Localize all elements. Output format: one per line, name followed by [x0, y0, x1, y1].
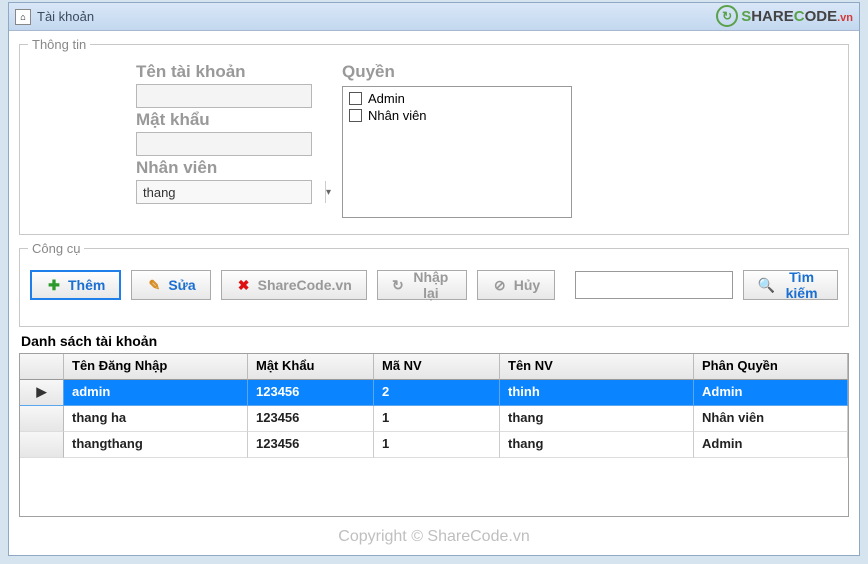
table-row[interactable]: thang ha1234561thangNhân viên	[20, 406, 848, 432]
titlebar: ⌂ Tài khoản ↻ SHARECODE.vn	[9, 3, 859, 31]
perm-item-staff[interactable]: Nhân viên	[349, 108, 565, 123]
app-icon: ⌂	[15, 9, 31, 25]
edit-label: Sửa	[168, 277, 195, 293]
refresh-icon: ↻	[392, 277, 404, 294]
cell[interactable]: 2	[374, 380, 500, 406]
header-role[interactable]: Phân Quyền	[694, 354, 848, 380]
pencil-icon: ✎	[146, 277, 162, 294]
grid-empty-area	[20, 458, 848, 516]
list-title: Danh sách tài khoản	[21, 333, 849, 349]
left-fields: Tên tài khoản Mật khẩu Nhân viên ▾	[136, 60, 312, 218]
add-button[interactable]: ✚ Thêm	[30, 270, 121, 300]
header-password[interactable]: Mật Khẩu	[248, 354, 374, 380]
checkbox-icon[interactable]	[349, 92, 362, 105]
cell[interactable]: 123456	[248, 432, 374, 458]
recycle-icon: ↻	[716, 5, 738, 27]
header-empname[interactable]: Tên NV	[500, 354, 694, 380]
reload-button[interactable]: ↻ Nhập lại	[377, 270, 467, 300]
search-input[interactable]	[575, 271, 733, 299]
window: ⌂ Tài khoản ↻ SHARECODE.vn Thông tin Tên…	[8, 2, 860, 556]
password-input[interactable]	[136, 132, 312, 156]
username-label: Tên tài khoản	[136, 62, 312, 82]
cell[interactable]: thang	[500, 406, 694, 432]
table-row[interactable]: thangthang1234561thangAdmin	[20, 432, 848, 458]
cancel-button[interactable]: ⊘ Hủy	[477, 270, 555, 300]
cell[interactable]: 1	[374, 406, 500, 432]
employee-label: Nhân viên	[136, 158, 312, 178]
cancel-label: Hủy	[514, 277, 540, 293]
edit-button[interactable]: ✎ Sửa	[131, 270, 210, 300]
cell[interactable]: thang ha	[64, 406, 248, 432]
cell[interactable]: 123456	[248, 406, 374, 432]
cancel-icon: ⊘	[492, 277, 508, 294]
content: Thông tin Tên tài khoản Mật khẩu Nhân vi…	[9, 31, 859, 517]
account-grid[interactable]: Tên Đăng Nhập Mật Khẩu Mã NV Tên NV Phân…	[19, 353, 849, 517]
checkbox-icon[interactable]	[349, 109, 362, 122]
search-icon: 🔍	[758, 277, 774, 294]
search-button[interactable]: 🔍 Tìm kiếm	[743, 270, 838, 300]
perm-staff-label: Nhân viên	[368, 108, 427, 123]
cell[interactable]: Admin	[694, 380, 848, 406]
perm-admin-label: Admin	[368, 91, 405, 106]
perm-listbox[interactable]: Admin Nhân viên	[342, 86, 572, 218]
cell[interactable]: ▶	[20, 380, 64, 406]
cell[interactable]: Nhân viên	[694, 406, 848, 432]
cell[interactable]: 123456	[248, 380, 374, 406]
cell[interactable]: 1	[374, 432, 500, 458]
reload-label: Nhập lại	[410, 269, 452, 301]
header-username[interactable]: Tên Đăng Nhập	[64, 354, 248, 380]
chevron-down-icon[interactable]: ▾	[325, 181, 331, 203]
info-groupbox: Thông tin Tên tài khoản Mật khẩu Nhân vi…	[19, 37, 849, 235]
plus-icon: ✚	[46, 277, 62, 294]
cell[interactable]	[20, 432, 64, 458]
table-row[interactable]: ▶admin1234562thinhAdmin	[20, 380, 848, 406]
employee-combo-value[interactable]	[137, 181, 325, 203]
username-input[interactable]	[136, 84, 312, 108]
window-title: Tài khoản	[37, 9, 94, 24]
info-legend: Thông tin	[28, 37, 90, 52]
x-icon: ✖	[236, 277, 252, 294]
cell[interactable]	[20, 406, 64, 432]
add-label: Thêm	[68, 277, 105, 293]
tools-legend: Công cụ	[28, 241, 84, 256]
header-empid[interactable]: Mã NV	[374, 354, 500, 380]
grid-header: Tên Đăng Nhập Mật Khẩu Mã NV Tên NV Phân…	[20, 354, 848, 380]
cell[interactable]: thangthang	[64, 432, 248, 458]
right-fields: Quyền Admin Nhân viên	[342, 60, 572, 218]
perm-label: Quyền	[342, 62, 572, 82]
perm-item-admin[interactable]: Admin	[349, 91, 565, 106]
brand-logo: ↻ SHARECODE.vn	[716, 5, 853, 27]
search-label: Tìm kiếm	[780, 269, 823, 301]
tools-groupbox: Công cụ ✚ Thêm ✎ Sửa ✖ ShareCode.vn ↻ Nh…	[19, 241, 849, 327]
delete-label: ShareCode.vn	[258, 277, 352, 293]
cell[interactable]: Admin	[694, 432, 848, 458]
delete-button[interactable]: ✖ ShareCode.vn	[221, 270, 367, 300]
cell[interactable]: admin	[64, 380, 248, 406]
brand-text: SHARECODE.vn	[741, 8, 853, 25]
password-label: Mật khẩu	[136, 110, 312, 130]
cell[interactable]: thang	[500, 432, 694, 458]
cell[interactable]: thinh	[500, 380, 694, 406]
employee-combo[interactable]: ▾	[136, 180, 312, 204]
header-indicator	[20, 354, 64, 380]
